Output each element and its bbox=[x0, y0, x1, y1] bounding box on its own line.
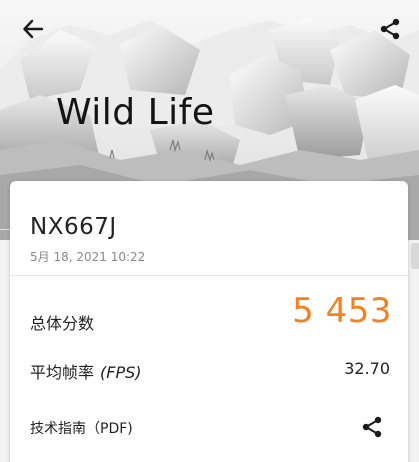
overall-score-value: 5 453 bbox=[292, 291, 392, 331]
scroll-edge-handle[interactable] bbox=[411, 243, 419, 269]
technical-guide-link[interactable]: 技术指南（PDF) bbox=[30, 418, 133, 438]
share-icon bbox=[362, 416, 382, 438]
overall-score-label: 总体分数 bbox=[30, 314, 95, 333]
fps-unit: (FPS) bbox=[100, 363, 142, 382]
fps-label-text: 平均帧率 bbox=[30, 363, 95, 382]
guide-share-button[interactable] bbox=[358, 413, 386, 441]
result-timestamp: 5月 18, 2021 10:22 bbox=[30, 250, 146, 264]
device-name: NX667J bbox=[30, 214, 117, 240]
arrow-left-icon bbox=[23, 19, 44, 39]
benchmark-title: Wild Life bbox=[56, 92, 215, 133]
share-button[interactable] bbox=[373, 12, 407, 46]
divider-line bbox=[0, 229, 10, 230]
average-fps-value: 32.70 bbox=[344, 359, 390, 378]
result-card: NX667J 5月 18, 2021 10:22 总体分数 5 453 平均帧率… bbox=[10, 181, 408, 462]
share-icon bbox=[380, 18, 400, 40]
card-divider bbox=[10, 275, 408, 276]
back-button[interactable] bbox=[16, 12, 50, 46]
average-fps-label: 平均帧率 (FPS) bbox=[30, 359, 142, 383]
